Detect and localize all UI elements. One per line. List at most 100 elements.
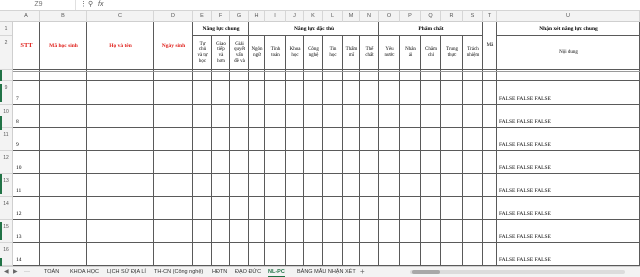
cell-stt[interactable]: 13 [16,234,22,240]
header-nldt-item-3: Khoa học [286,36,304,70]
outline-group-bar[interactable] [0,222,2,240]
cell-comment[interactable]: FALSE FALSE FALSE [499,211,551,217]
sheet-tab[interactable]: LỊCH SỬ ĐỊA LÍ [107,267,146,277]
header-pc-item-line: nhiệm [466,53,480,58]
cell-comment[interactable]: FALSE FALSE FALSE [499,119,551,125]
header-pc-item-line: thực [447,53,457,58]
header-nldt-item-7: Thể chất [360,36,379,70]
column-header-strip: ABCDEFGHIJKLMNOPQRSTU [0,11,640,22]
column-header-i[interactable]: I [265,11,286,22]
row-header-strip: 1 2 9 10 11 12 13 14 15 16 [0,22,13,266]
outline-group-bar[interactable] [0,84,2,102]
cell-stt[interactable]: 7 [16,96,19,102]
cell-comment[interactable]: FALSE FALSE FALSE [499,142,551,148]
table-row: 13 FALSE FALSE FALSE [13,220,640,243]
formula-bar: Z9 ⋮ ⚲ fx [0,0,640,11]
cell-stt[interactable]: 8 [16,119,19,125]
cell-comment[interactable]: FALSE FALSE FALSE [499,96,551,102]
header-pc-item-3: Chăm chỉ [421,36,441,70]
column-header-f[interactable]: F [212,11,230,22]
cell-comment[interactable]: FALSE FALSE FALSE [499,234,551,240]
column-header-t[interactable]: T [483,11,497,22]
column-header-d[interactable]: D [154,11,193,22]
column-header-p[interactable]: P [400,11,421,22]
magnifier-icon[interactable]: ⚲ [88,0,93,10]
sheet-tab[interactable]: KHOA HỌC [70,267,99,277]
add-sheet-icon[interactable]: + [360,267,365,277]
column-header-n[interactable]: N [360,11,379,22]
header-nldt-item-line: nghệ [308,53,319,58]
cell-comment[interactable]: FALSE FALSE FALSE [499,257,551,263]
table-row: 12 FALSE FALSE FALSE [13,197,640,220]
header-pc-item-1: Yêu nước [379,36,400,70]
column-header-a[interactable]: A [13,11,40,22]
header-nldt-item-1: Ngôn ngữ [249,36,265,70]
cell-stt[interactable]: 10 [16,165,22,171]
header-nldt-item-line: ngữ [253,53,261,58]
header-nlc-item-line: hơn [217,58,225,64]
header-nldt-item-line: học [329,53,337,58]
row-header[interactable]: 2 [0,36,12,70]
cell-stt[interactable]: 14 [16,257,22,263]
sheet-tab[interactable]: TH-CN (Công nghệ) [154,267,203,277]
cell-comment[interactable]: FALSE FALSE FALSE [499,188,551,194]
column-header-s[interactable]: S [463,11,483,22]
prev-sheet-icon[interactable]: ◀ [4,267,9,277]
outline-group-bar[interactable] [0,116,2,130]
outline-group-bar[interactable] [0,174,2,194]
fx-icon[interactable]: fx [98,0,103,10]
header-nldt-item-4: Công nghệ [304,36,323,70]
outline-group-bar[interactable] [0,70,2,81]
column-header-j[interactable]: J [286,11,304,22]
row-header[interactable]: 11 [0,128,12,151]
name-box-dropdown-icon[interactable]: ⋮ [80,0,87,10]
column-header-e[interactable]: E [193,11,212,22]
more-sheets-left-icon[interactable]: ··· [24,267,30,277]
header-nlc-item-line: học [198,58,207,64]
column-header-h[interactable]: H [249,11,265,22]
cell-stt[interactable]: 12 [16,211,22,217]
header-pc-item-2: Nhân ái [400,36,421,70]
row-header[interactable]: 12 [0,151,12,174]
cell-stt[interactable]: 9 [16,142,19,148]
more-sheets-icon[interactable]: ··· [346,267,352,277]
column-header-q[interactable]: Q [421,11,441,22]
cell-comment[interactable]: FALSE FALSE FALSE [499,165,551,171]
column-header-m[interactable]: M [343,11,360,22]
horizontal-scrollbar[interactable] [410,270,625,274]
row-header[interactable]: 14 [0,197,12,220]
header-nlc-item-2: Giao tiếp và hơn [212,36,230,70]
header-pc-item-4: Trung thực [441,36,463,70]
table-row: 14 FALSE FALSE FALSE [13,243,640,266]
column-header-r[interactable]: R [441,11,463,22]
column-header-b[interactable]: B [40,11,87,22]
header-nlc-item-1: Tự chủ và tự học [193,36,212,70]
cell-stt[interactable]: 11 [16,188,21,194]
header-ma: Mã [486,43,494,48]
header-nldt-item-line: chất [365,53,374,58]
column-header-l[interactable]: L [323,11,343,22]
spreadsheet-grid[interactable]: STT Mã học sinh Họ và tên Ngày sinh Năng lực… [13,22,640,266]
column-header-c[interactable]: C [87,11,154,22]
sheet-tab[interactable]: NL-PC [268,267,285,277]
next-sheet-icon[interactable]: ▶ [13,267,18,277]
sheet-tab[interactable]: ĐẠO ĐỨC [235,267,261,277]
outline-group-bar[interactable] [0,258,2,266]
column-header-g[interactable]: G [230,11,249,22]
row-header[interactable]: 1 [0,22,12,36]
header-stt: STT [20,42,33,50]
formula-input[interactable] [110,0,638,10]
column-header-o[interactable]: O [379,11,400,22]
header-noi-dung: Nội dung [559,50,578,55]
sheet-tab[interactable]: TOÁN [44,267,59,277]
table-row: 9 FALSE FALSE FALSE [13,128,640,151]
header-nang-luc-dac-thu: Năng lực đặc thù [293,25,335,32]
column-header-k[interactable]: K [304,11,323,22]
sheet-tab[interactable]: HĐTN [212,267,227,277]
header-nldt-item-2: Tính toán [265,36,286,70]
header-pc-item-line: nước [384,53,395,58]
sheet-tab-bar: ◀ ▶ ··· TOÁN KHOA HỌC LỊCH SỬ ĐỊA LÍ TH-CN … [0,266,640,277]
scrollbar-thumb[interactable] [412,270,440,274]
name-box[interactable]: Z9 [2,0,76,10]
column-header-u[interactable]: U [497,11,640,22]
